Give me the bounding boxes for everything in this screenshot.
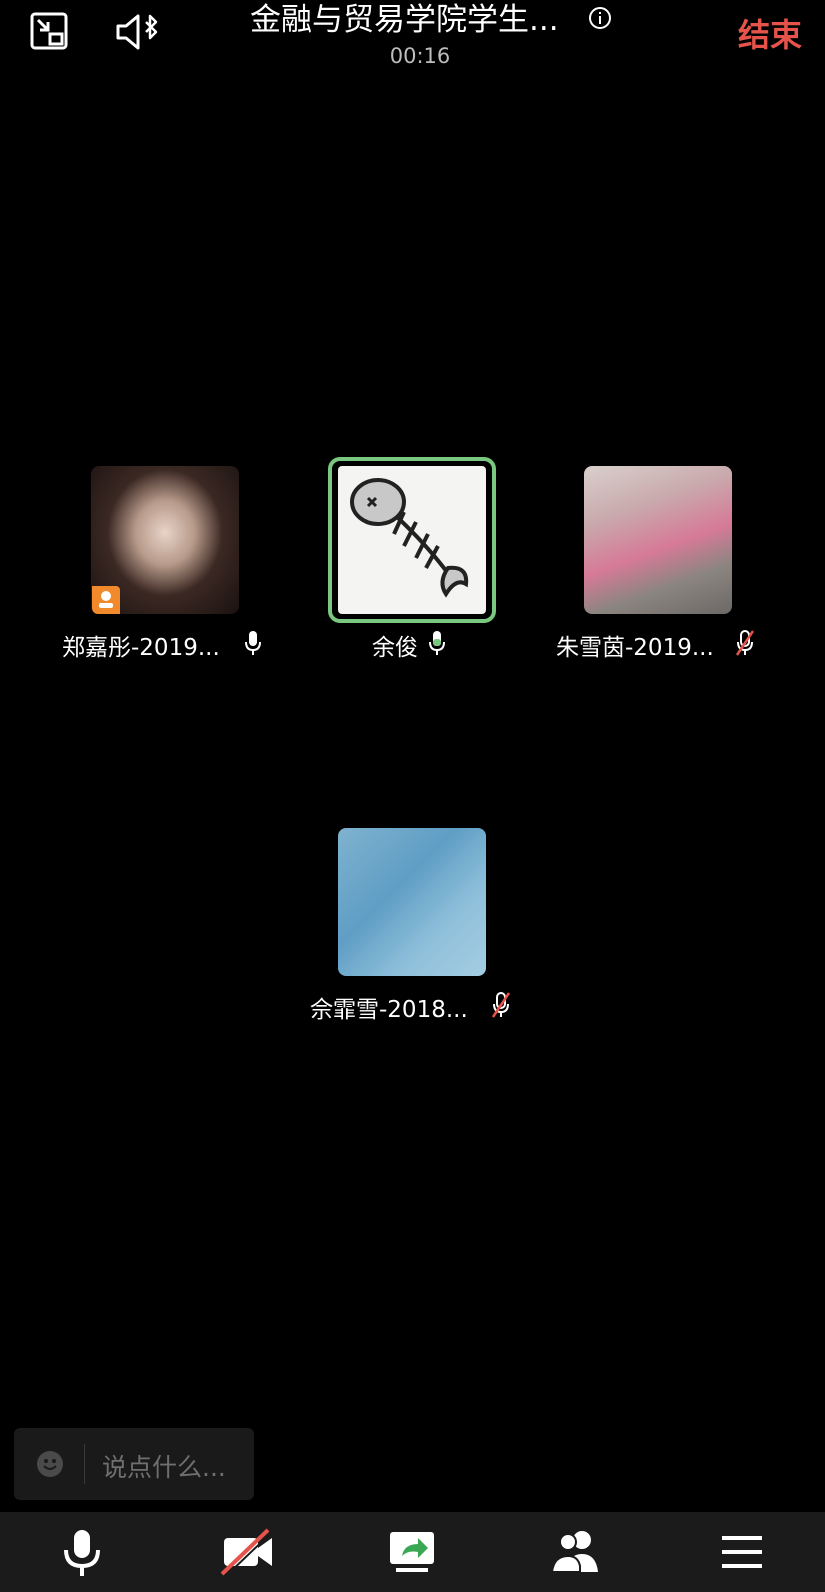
microphone-muted-icon xyxy=(735,630,755,656)
microphone-muted-icon xyxy=(491,992,511,1018)
host-badge-icon xyxy=(92,586,120,614)
participants-icon[interactable] xyxy=(546,1526,606,1578)
end-meeting-button[interactable]: 结束 xyxy=(738,10,802,56)
participant-avatar[interactable] xyxy=(338,828,486,976)
participant-avatar[interactable] xyxy=(338,466,486,614)
meeting-timer: 00:16 xyxy=(389,44,451,68)
emoji-icon[interactable] xyxy=(36,1450,64,1478)
participant-name: 佘霏雪-2018... xyxy=(310,997,468,1023)
bottom-toolbar xyxy=(0,1512,825,1592)
info-icon[interactable] xyxy=(588,6,612,30)
participant-name: 郑嘉彤-2019... xyxy=(62,635,220,661)
microphone-speaking-icon xyxy=(429,631,445,655)
participant-name: 朱雪茵-2019... xyxy=(556,635,714,661)
fish-bone-avatar-icon xyxy=(350,478,469,598)
meeting-title: 金融与贸易学院学生... xyxy=(250,2,559,38)
menu-icon[interactable] xyxy=(712,1526,772,1578)
microphone-icon[interactable] xyxy=(52,1526,112,1578)
camera-off-icon[interactable] xyxy=(218,1526,278,1578)
speaker-bluetooth-icon[interactable] xyxy=(112,8,168,56)
participant-avatar[interactable] xyxy=(584,466,732,614)
chat-placeholder: 说点什么... xyxy=(102,1453,226,1482)
chat-divider xyxy=(84,1444,85,1484)
share-screen-icon[interactable] xyxy=(382,1526,442,1578)
top-bar: 金融与贸易学院学生... 00:16 结束 xyxy=(0,0,825,80)
microphone-on-icon xyxy=(245,631,261,655)
minimize-window-icon[interactable] xyxy=(28,10,72,54)
participant-name: 余俊 xyxy=(372,635,418,661)
chat-input-box[interactable]: 说点什么... xyxy=(14,1428,254,1500)
